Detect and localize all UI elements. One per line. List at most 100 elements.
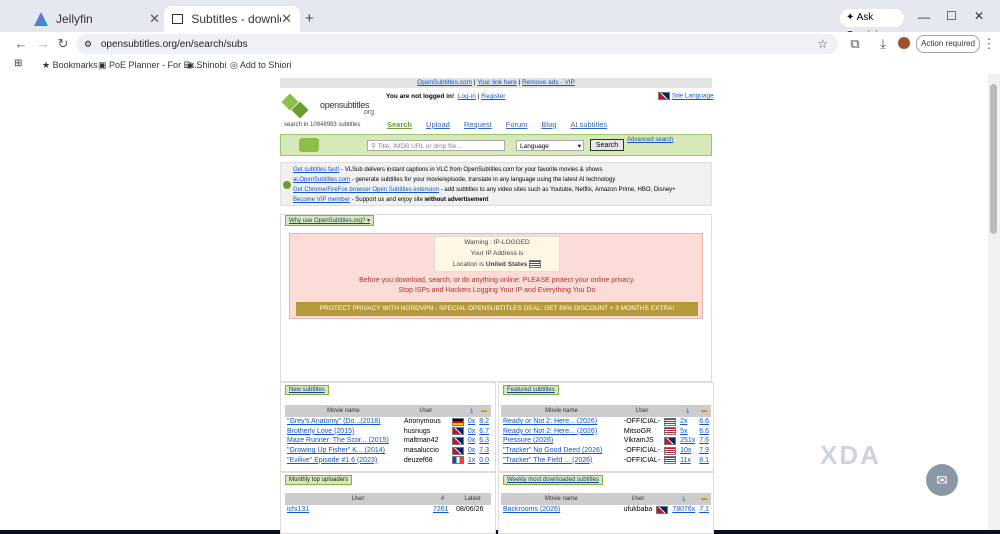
top-uploaders-header[interactable]: Monthly top uploaders xyxy=(285,475,353,485)
language-select[interactable]: Language ▾ xyxy=(516,140,584,151)
window-close-button[interactable]: ✕ xyxy=(974,9,984,23)
nav-blog[interactable]: Blog xyxy=(541,120,556,129)
rating-cell[interactable]: 7.9 xyxy=(697,446,711,456)
apps-grid-icon[interactable]: ⊞ xyxy=(14,58,22,69)
downloads-cell[interactable]: 11x xyxy=(678,455,697,465)
movie-link[interactable]: Maze Runner: The Scor... (2015) xyxy=(285,436,402,446)
close-icon[interactable]: ✕ xyxy=(281,11,292,27)
downloads-cell[interactable]: 10x xyxy=(678,446,697,456)
table-row[interactable]: "Grey's Anatomy" (Do...(2018) Anonymous 0x… xyxy=(285,417,491,427)
table-row[interactable]: Pressure (2026) VikramJS 251x 7.6 xyxy=(501,436,711,446)
rating-cell[interactable]: 7.6 xyxy=(697,436,711,446)
movie-link[interactable]: Pressure (2026) xyxy=(501,436,622,446)
table-row[interactable]: "Tracker" No Good Deed (2026) -OFFICIAL- 1… xyxy=(501,446,711,456)
action-required-button[interactable]: Action required xyxy=(916,35,980,53)
why-use-header[interactable]: Why use OpenSubtitles.org? ▾ xyxy=(285,215,375,226)
weekly-downloads-header[interactable]: Weekly most downloaded subtitles xyxy=(503,475,603,485)
info-link[interactable]: Get subtitles fast! xyxy=(293,167,339,173)
menu-kebab-icon[interactable]: ⋮ xyxy=(980,36,998,52)
movie-link[interactable]: "Growing Up Fisher" K... (2014) xyxy=(285,446,402,456)
movie-link[interactable]: Backrooms (2026) xyxy=(501,505,621,515)
bookmark-star-icon[interactable]: ☆ xyxy=(817,34,828,54)
rating-cell[interactable]: 7.3 xyxy=(477,446,491,456)
site-language[interactable]: Site Language xyxy=(658,92,714,100)
rating-cell[interactable]: 0.0 xyxy=(477,455,491,465)
table-row[interactable]: "Growing Up Fisher" K... (2014) masalucci… xyxy=(285,446,491,456)
register-link[interactable]: Register xyxy=(481,93,505,100)
table-row[interactable]: Maze Runner: The Scor... (2015) maltman42… xyxy=(285,436,491,446)
new-subtitles-header[interactable]: New subtitles xyxy=(285,385,329,395)
info-link[interactable]: Become VIP member xyxy=(293,197,350,203)
avatar[interactable] xyxy=(898,37,910,49)
movie-link[interactable]: Ready or Not 2: Here... (2026) xyxy=(501,417,622,427)
movie-link[interactable]: Brotherly Love (2015) xyxy=(285,427,402,437)
rating-cell[interactable]: 7.1 xyxy=(697,505,711,515)
rating-cell[interactable]: 6.6 xyxy=(697,417,711,427)
extensions-icon[interactable]: ⧉ xyxy=(846,36,864,52)
movie-link[interactable]: "Tracker" The Field ... (2026) xyxy=(501,455,622,465)
new-tab-button[interactable]: + xyxy=(305,10,314,27)
featured-subtitles-header[interactable]: Featured subtitles xyxy=(503,385,559,395)
nav-search[interactable]: Search xyxy=(387,120,412,129)
table-row[interactable]: "Tracker" The Field ... (2026) -OFFICIAL-… xyxy=(501,455,711,465)
page-scrollbar[interactable] xyxy=(988,74,1000,530)
downloads-cell[interactable]: 0x xyxy=(466,436,477,446)
downloads-cell[interactable]: 1x xyxy=(466,455,477,465)
site-logo[interactable]: opensubtitles org xyxy=(281,92,384,122)
count-cell[interactable]: 7261 xyxy=(431,505,454,515)
table-row[interactable]: "Evilive" Episode #1.6 (2023) deuzef68 1x 0… xyxy=(285,455,491,465)
advanced-search-link[interactable]: Advanced search xyxy=(627,137,673,143)
rating-cell[interactable]: 6.3 xyxy=(477,436,491,446)
login-link[interactable]: Log-in xyxy=(458,93,476,100)
link-remove-ads[interactable]: Remove ads - VIP xyxy=(522,79,575,86)
tab-jellyfin[interactable]: Jellyfin ✕ xyxy=(26,6,168,32)
downloads-cell[interactable]: 0x xyxy=(466,417,477,427)
rating-cell[interactable]: 8.1 xyxy=(697,455,711,465)
rating-cell[interactable]: 6.7 xyxy=(477,427,491,437)
nav-upload[interactable]: Upload xyxy=(426,120,450,129)
bookmark-shinobi[interactable]: ◉ Shinobi xyxy=(186,60,226,71)
search-button[interactable]: Search xyxy=(590,139,624,151)
movie-link[interactable]: "Tracker" No Good Deed (2026) xyxy=(501,446,622,456)
upload-file-icon[interactable] xyxy=(299,138,319,152)
movie-link[interactable]: Ready or Not 2: Here... (2026) xyxy=(501,427,622,437)
link-opensubtitles-com[interactable]: OpenSubtitles.com xyxy=(417,79,472,86)
table-row[interactable]: Brotherly Love (2015) husnugs 0x 6.7 xyxy=(285,427,491,437)
uploader-link[interactable]: ichi131 xyxy=(285,505,431,515)
info-link[interactable]: Get Chrome/FireFox browser Open Subtitle… xyxy=(293,187,439,193)
rating-cell[interactable]: 8.2 xyxy=(477,417,491,427)
search-input[interactable]: ⚲ Title, IMDB URL or drop file... xyxy=(367,140,505,151)
ask-gemini-button[interactable]: ✦ Ask Gemini xyxy=(840,9,904,41)
nordvpn-banner[interactable]: PROTECT PRIVACY WITH NORDVPN - SPECIAL O… xyxy=(296,302,698,316)
downloads-cell[interactable]: 78076x xyxy=(670,505,697,515)
tab-opensubtitles[interactable]: Subtitles - download movie and ✕ xyxy=(164,6,300,32)
bookmark-shiori[interactable]: ◎ Add to Shiori xyxy=(230,60,291,71)
table-row[interactable]: Ready or Not 2: Here... (2026) -OFFICIAL-… xyxy=(501,417,711,427)
table-row[interactable]: Backrooms (2026) ufukbaba 78076x 7.1 xyxy=(501,505,711,515)
forward-arrow-icon[interactable]: → xyxy=(34,36,52,51)
info-link[interactable]: ai.OpenSubtitles.com xyxy=(293,177,350,183)
downloads-cell[interactable]: 251x xyxy=(678,436,697,446)
downloads-cell[interactable]: 2x xyxy=(678,417,697,427)
scrollbar-thumb[interactable] xyxy=(990,84,997,234)
rating-cell[interactable]: 6.6 xyxy=(697,427,711,437)
nav-forum[interactable]: Forum xyxy=(506,120,528,129)
nav-ai-subtitles[interactable]: AI subtitles xyxy=(570,120,607,129)
site-info-icon[interactable]: ⚙ xyxy=(84,39,92,49)
downloads-cell[interactable]: 0x xyxy=(466,446,477,456)
maximize-button[interactable]: ☐ xyxy=(946,9,957,23)
bookmark-bookmarks[interactable]: ★ Bookmarks xyxy=(42,60,98,71)
chat-bubble-icon[interactable]: ✉ xyxy=(926,464,958,496)
table-row[interactable]: ichi131 7261 08/06/26 xyxy=(285,505,491,515)
movie-link[interactable]: "Evilive" Episode #1.6 (2023) xyxy=(285,455,402,465)
download-icon[interactable]: ⤓ xyxy=(874,36,892,52)
close-icon[interactable]: ✕ xyxy=(149,11,160,27)
downloads-cell[interactable]: 5x xyxy=(678,427,697,437)
movie-link[interactable]: "Grey's Anatomy" (Do...(2018) xyxy=(285,417,402,427)
table-row[interactable]: Ready or Not 2: Here... (2026) MitsoGR 5x 6… xyxy=(501,427,711,437)
back-arrow-icon[interactable]: ← xyxy=(12,36,30,51)
link-your-link[interactable]: Your link here xyxy=(477,79,517,86)
nav-request[interactable]: Request xyxy=(464,120,492,129)
downloads-cell[interactable]: 0x xyxy=(466,427,477,437)
minimize-button[interactable]: — xyxy=(918,10,930,24)
